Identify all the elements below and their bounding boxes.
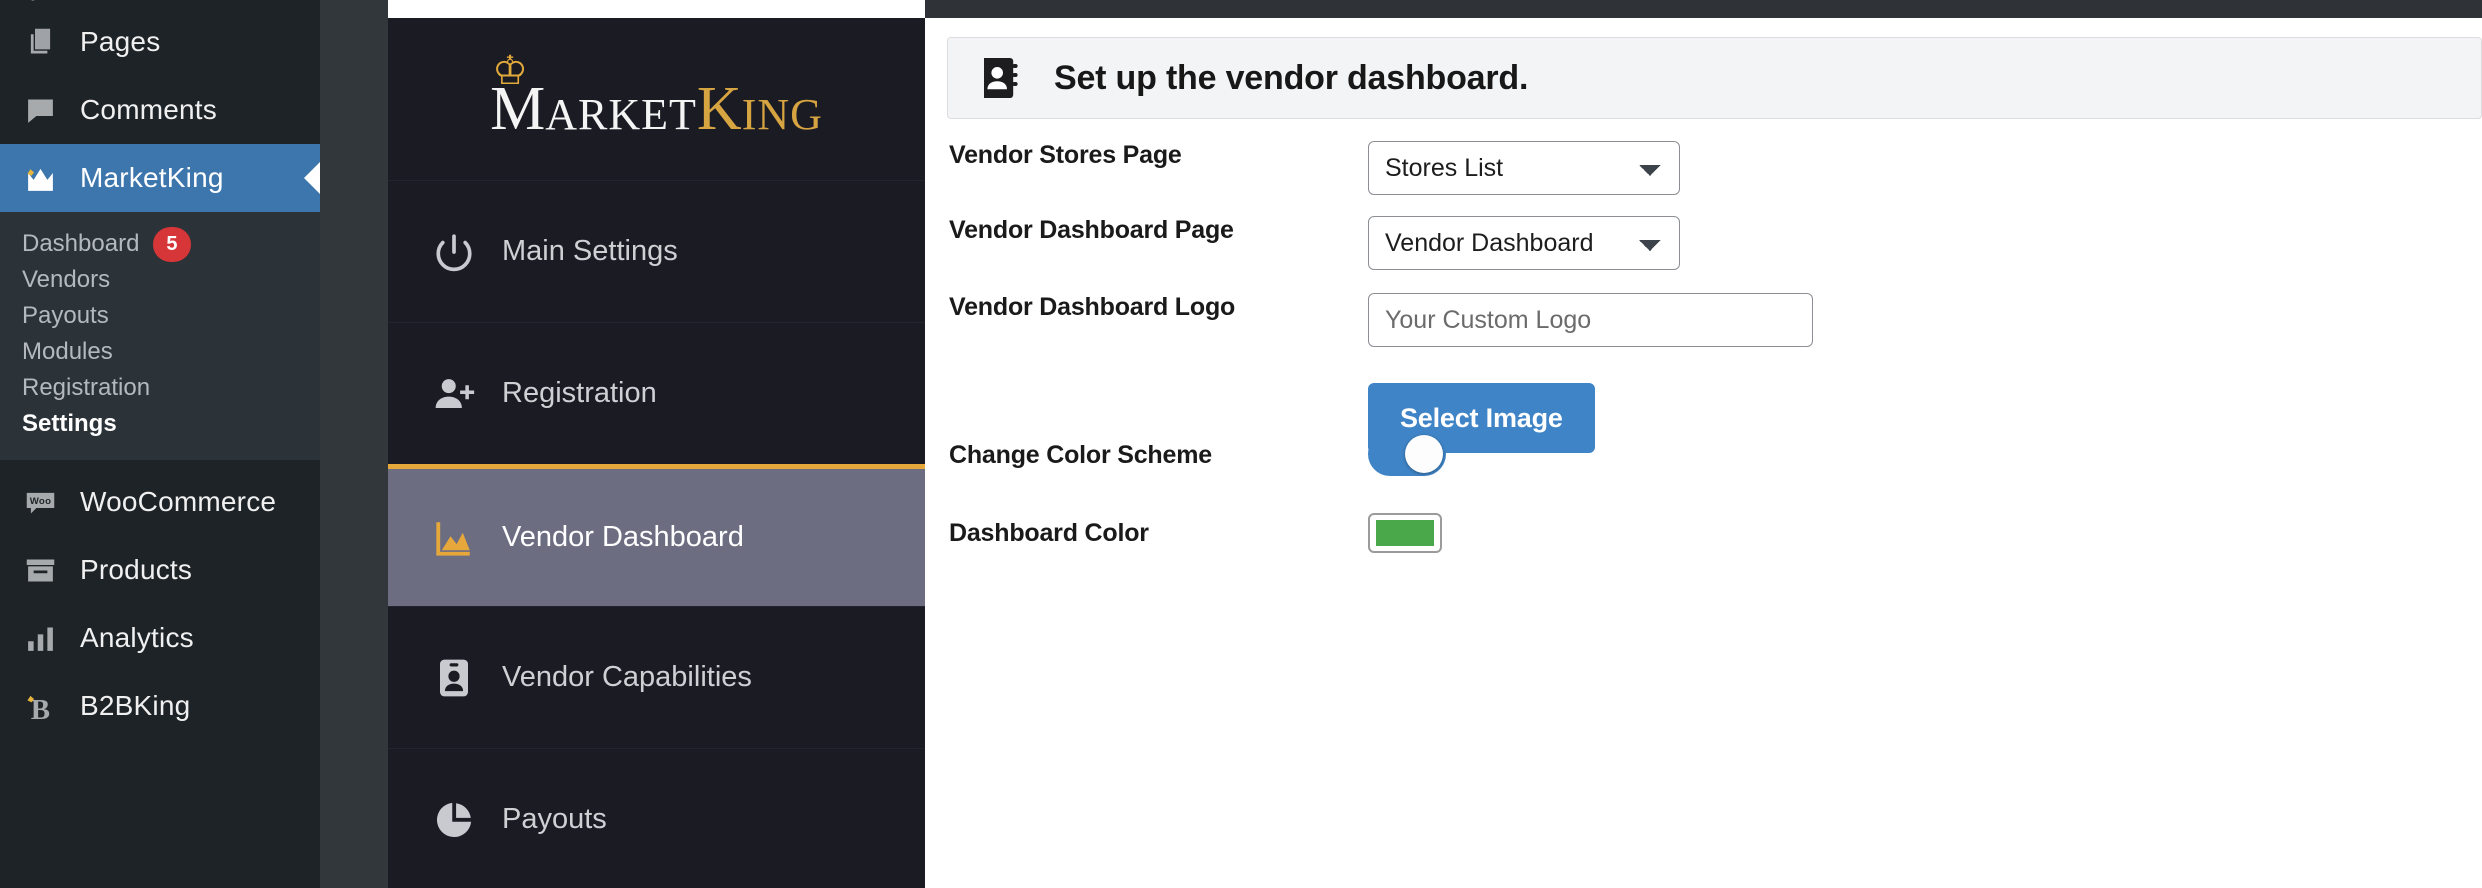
logo-king-cap: K [696,74,742,143]
nav-item-label: Registration [502,377,657,409]
user-plus-icon [432,372,476,416]
sidebar-item-label: WooCommerce [80,486,277,517]
sidebar-item-analytics[interactable]: Analytics [0,604,320,672]
field-label: Vendor Stores Page [949,141,1182,169]
dashboard-count-badge: 5 [153,226,191,262]
chevron-left-icon [304,162,320,194]
marketking-logo: ♔ MARKETKING [388,18,925,180]
comments-icon [22,92,58,128]
wordpress-admin-sidebar: Media Pages Comments MarketKing Dashboar… [0,0,320,888]
crown-icon: ♔ [492,48,528,93]
analytics-icon [22,620,58,656]
submenu-item-label: Settings [22,410,117,437]
field-label: Change Color Scheme [949,441,1212,469]
pages-icon [22,24,58,60]
nav-item-label: Payouts [502,803,607,835]
field-label: Vendor Dashboard Page [949,216,1234,244]
main-content: Set up the vendor dashboard. Vendor Stor… [925,18,2482,888]
marketking-icon [22,160,58,196]
nav-item-payouts[interactable]: Payouts [388,748,925,888]
svg-text:B: B [30,693,50,722]
field-row-vendor-dashboard-page: Vendor Dashboard Page Vendor Dashboard [925,216,1680,270]
sidebar-item-media[interactable]: Media [0,0,320,8]
admin-top-bar [925,0,2482,18]
field-row-vendor-dashboard-logo: Vendor Dashboard Logo Select Image [925,293,1813,453]
vendor-dashboard-logo-input[interactable] [1368,293,1813,347]
nav-item-vendor-capabilities[interactable]: Vendor Capabilities [388,606,925,748]
submenu-item-dashboard[interactable]: Dashboard 5 [0,226,320,262]
field-row-change-color-scheme: Change Color Scheme [925,432,1446,481]
sidebar-item-woocommerce[interactable]: Woo WooCommerce [0,468,320,536]
submenu-item-label: Payouts [22,302,109,329]
id-badge-icon [432,656,476,700]
submenu-item-registration[interactable]: Registration [0,370,320,406]
sidebar-item-label: Comments [80,94,217,125]
change-color-scheme-toggle[interactable] [1368,432,1446,476]
notice-title: Set up the vendor dashboard. [1054,58,1529,97]
submenu-item-settings[interactable]: Settings [0,406,320,442]
sidebar-gutter [320,0,388,888]
sidebar-item-products[interactable]: Products [0,536,320,604]
logo-king-rest: ING [741,89,823,139]
sidebar-item-marketking[interactable]: MarketKing [0,144,320,212]
submenu-item-label: Modules [22,338,113,365]
nav-item-registration[interactable]: Registration [388,322,925,464]
toggle-knob [1405,435,1443,473]
dashboard-color-swatch[interactable] [1368,513,1442,553]
sidebar-item-label: B2BKing [80,690,191,721]
field-row-dashboard-color: Dashboard Color [925,513,1442,553]
marketking-submenu: Dashboard 5 Vendors Payouts Modules Regi… [0,212,320,460]
sidebar-item-label: MarketKing [80,162,224,193]
sidebar-item-label: Pages [80,26,161,57]
nav-item-label: Main Settings [502,235,678,267]
vendor-dashboard-page-select[interactable]: Vendor Dashboard [1368,216,1680,270]
nav-item-label: Vendor Dashboard [502,521,744,553]
field-label: Vendor Dashboard Logo [949,293,1236,321]
field-label: Dashboard Color [949,519,1149,547]
sidebar-item-pages[interactable]: Pages [0,8,320,76]
b2bking-icon: B [22,688,58,724]
woocommerce-icon: Woo [22,484,58,520]
submenu-item-label: Vendors [22,266,111,293]
sidebar-item-b2bking[interactable]: B B2BKing [0,672,320,740]
power-icon [432,230,476,274]
submenu-item-vendors[interactable]: Vendors [0,262,320,298]
setup-notice: Set up the vendor dashboard. [947,37,2482,119]
address-book-icon [976,54,1024,102]
submenu-item-label: Registration [22,374,151,401]
products-icon [22,552,58,588]
sidebar-item-label: Media [80,0,157,5]
sidebar-item-label: Analytics [80,622,194,653]
submenu-item-label: Dashboard [22,230,140,257]
sidebar-item-comments[interactable]: Comments [0,76,320,144]
pie-chart-icon [432,798,476,842]
marketking-settings-nav: ♔ MARKETKING Main Settings Registration … [388,18,925,888]
field-row-vendor-stores-page: Vendor Stores Page Stores List [925,141,1680,195]
sidebar-item-label: Products [80,554,193,585]
area-chart-icon [432,516,476,560]
nav-item-main-settings[interactable]: Main Settings [388,180,925,322]
nav-item-vendor-dashboard[interactable]: Vendor Dashboard [388,464,925,606]
submenu-item-modules[interactable]: Modules [0,334,320,370]
media-icon [22,0,58,7]
vendor-stores-page-select[interactable]: Stores List [1368,141,1680,195]
color-chip [1376,520,1434,546]
nav-item-label: Vendor Capabilities [502,661,752,693]
sidebar-lower-group: Woo WooCommerce Products Analytics B B2B… [0,460,320,740]
submenu-item-payouts[interactable]: Payouts [0,298,320,334]
logo-market-rest: ARKET [545,89,697,139]
svg-text:Woo: Woo [29,495,50,506]
